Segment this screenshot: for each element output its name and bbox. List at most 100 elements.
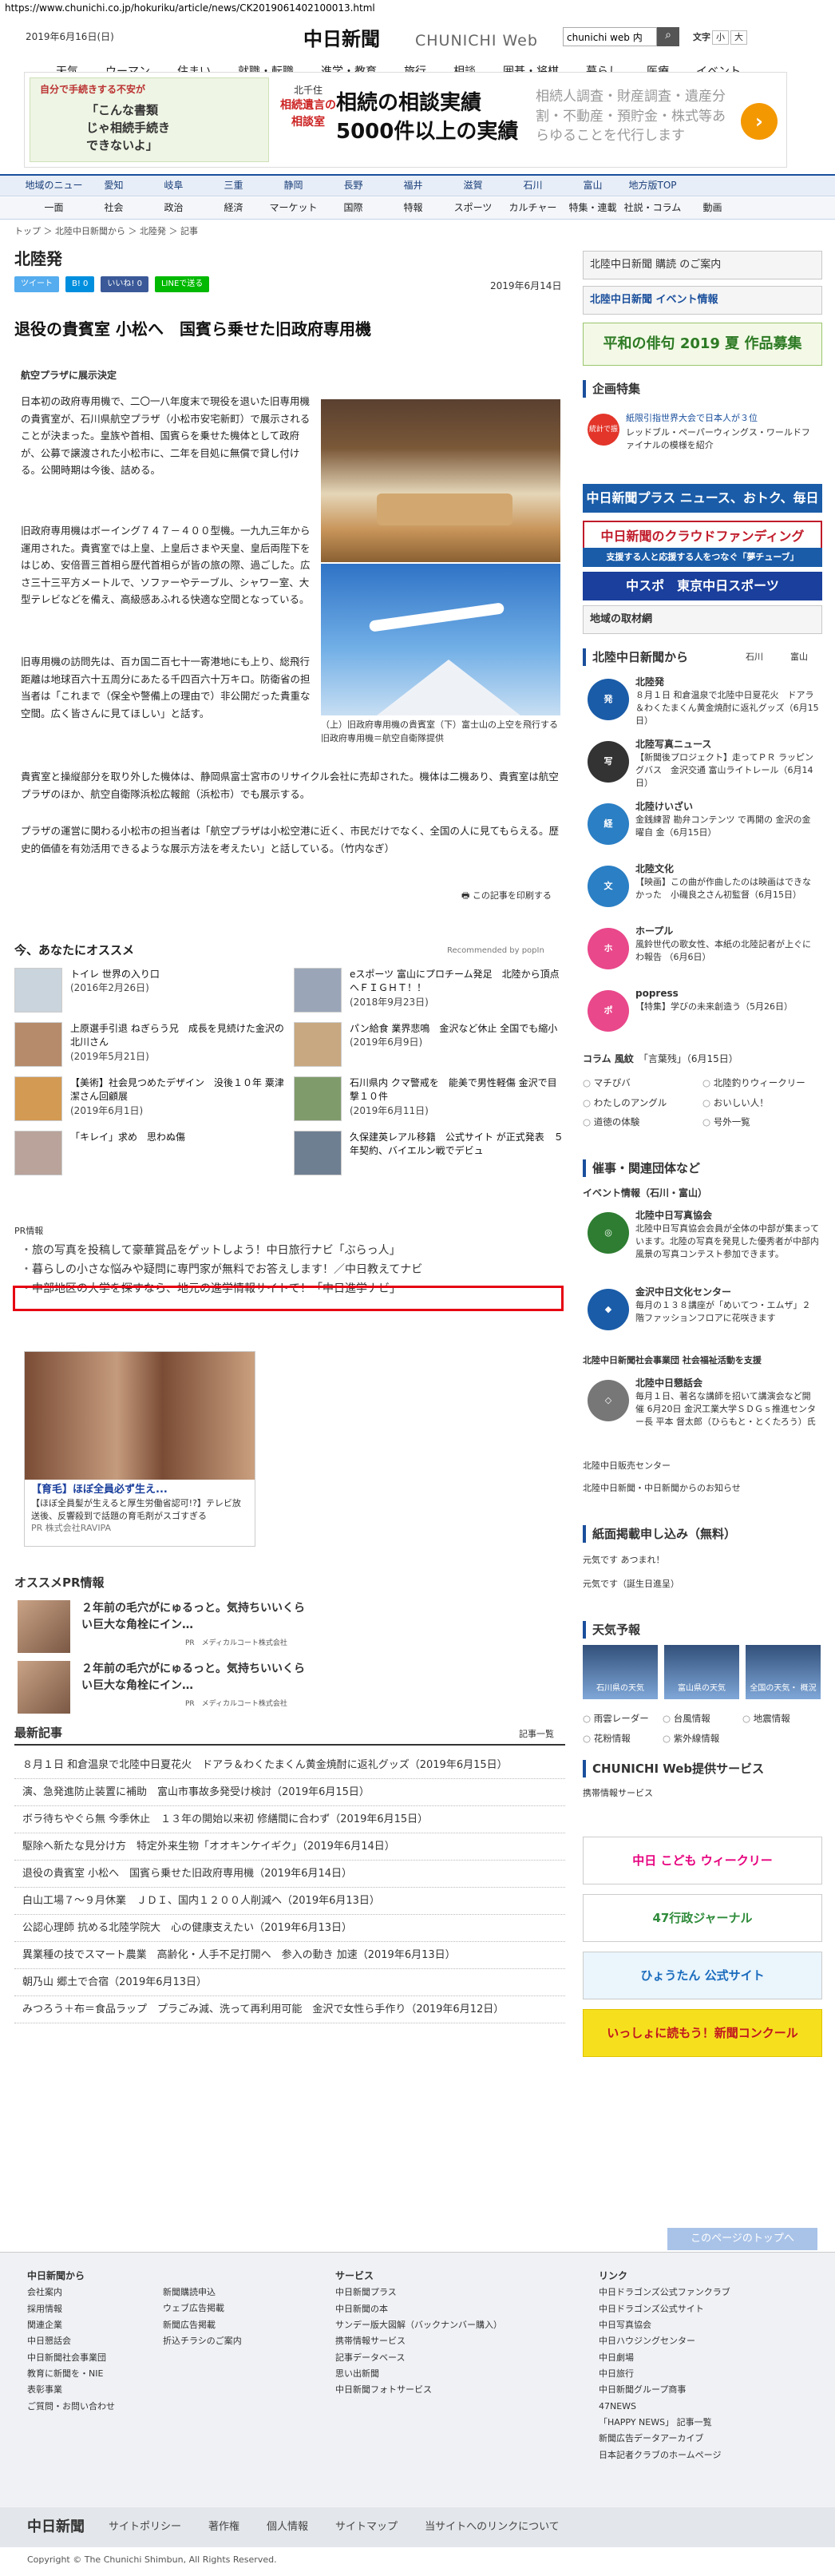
chuspo-banner[interactable]: 中スポ 東京中日スポーツ xyxy=(583,572,822,600)
category-nav-item[interactable]: スポーツ xyxy=(443,197,503,219)
photo-airplane[interactable] xyxy=(321,564,560,715)
banner-ad[interactable]: 自分で手続きする不安が 「こんな書類 じゃ相続手続き できないよ」 北千住 相続遺… xyxy=(24,72,787,168)
latest-item[interactable]: 朝乃山 郷土で合宿（2019年6月13日） xyxy=(14,1969,565,1996)
footer-link[interactable]: 中日新聞グループ商事 xyxy=(599,2382,730,2398)
weather-toyama[interactable]: 富山県の天気 xyxy=(664,1645,739,1699)
recommend-item[interactable]: 石川県内 クマ警戒を 能美で男性軽傷 金沢で目撃１０件 (2019年6月11日) xyxy=(294,1076,565,1121)
kikaku-item[interactable]: 統計で振り返る日本人 紙限引指世界大会で日本人が３位 レッドブル・ペーパーウィン… xyxy=(583,410,822,497)
latest-item[interactable]: ボラ待ちやぐら無 今季休止 １３年の開始以来初 修繕間に合わず（2019年6月1… xyxy=(14,1806,565,1833)
ad-submit-link[interactable]: 元気です あつまれ！ xyxy=(583,1554,822,1567)
footer-link[interactable]: 中日新聞の本 xyxy=(335,2301,502,2317)
footer-bar-link[interactable]: 当サイトへのリンクについて xyxy=(425,2520,560,2535)
crowdfunding-sub[interactable]: 支援する人と応援する人をつなぐ「夢チューブ」 xyxy=(583,548,822,567)
news-info-link[interactable]: 北陸中日新聞・中日新聞からのお知らせ xyxy=(583,1482,822,1495)
hokuriku-item[interactable]: 発北陸発 ８月１日 和倉温泉で北陸中日夏花火 ドアラ＆わくたまくん黄金焼酎に返礼グ… xyxy=(583,676,822,739)
latest-item[interactable]: 異業種の技でスマート農業 高齢化・人手不足打開へ 参入の動き 加速（2019年6… xyxy=(14,1942,565,1969)
page-top-button[interactable]: このページのトップへ xyxy=(667,2228,817,2250)
category-nav-item[interactable]: カルチャー xyxy=(503,197,563,219)
osusume-pr-item[interactable]: ２年前の毛穴がにゅるっと。気持ちいいくらい巨大な角栓にイン… PR メディカルコー… xyxy=(18,1661,305,1717)
org-item[interactable]: ◎ 北陸中日写真協会 北陸中日写真協会会員が全体の中部が集まっています。北陸の写真を… xyxy=(583,1209,822,1273)
category-nav-item[interactable]: 政治 xyxy=(144,197,204,219)
pr-card[interactable]: 【育毛】ほぼ全員必ず生え... 【ほぼ全員髪が生えると厚生労働省認可!?】テレビ放… xyxy=(24,1351,255,1547)
footer-link[interactable]: 折込チラシのご案内 xyxy=(163,2333,242,2349)
footer-link[interactable]: 新聞広告データアーカイブ xyxy=(599,2431,730,2447)
footer-link[interactable]: 中日ドラゴンズ公式サイト xyxy=(599,2301,730,2317)
org-item[interactable]: ◇ 北陸中日懇話会 毎月１日、著名な講師を招いて講演会など開催 6月20日 金沢工業… xyxy=(583,1377,822,1449)
footer-link[interactable]: 会社案内 xyxy=(27,2285,115,2301)
font-large-button[interactable]: 大 xyxy=(730,30,747,45)
footer-link[interactable]: 中日懇話会 xyxy=(27,2333,115,2349)
recommend-item[interactable]: eスポーツ 富山にプロチーム発足 北陸から頂点へＦＩＧＨＴ！！ (2018年9月2… xyxy=(294,968,565,1013)
breadcrumb[interactable]: トップ ＞ 北陸中日新聞から ＞ 北陸発 ＞ 記事 xyxy=(14,225,198,238)
recommend-item[interactable]: 【美術】社会見つめたデザイン 没後１０年 粟津潔さん回顧展 (2019年6月1日) xyxy=(14,1076,286,1121)
footer-link[interactable]: 中日写真協会 xyxy=(599,2317,730,2333)
subscribe-button[interactable]: 北陸中日新聞 購読 のご案内 xyxy=(583,251,822,279)
hokuriku-link[interactable]: マチぴバ xyxy=(583,1076,702,1090)
footer-bar-link[interactable]: 著作権 xyxy=(208,2520,239,2535)
osusume-pr-item[interactable]: ２年前の毛穴がにゅるっと。気持ちいいくらい巨大な角栓にイン… PR メディカルコー… xyxy=(18,1600,305,1656)
weather-link[interactable]: 花粉情報 xyxy=(583,1732,663,1746)
weather-ishikawa[interactable]: 石川県の天気 xyxy=(583,1645,658,1699)
event-area-link[interactable]: イベント情報（石川・富山） xyxy=(583,1187,822,1200)
hokuriku-item[interactable]: 写北陸写真ニュース 【新聞後プロジェクト】走ってＰＲ ラッピングバス 金沢交通 富… xyxy=(583,738,822,802)
footer-link[interactable]: 中日新聞プラス xyxy=(335,2285,502,2301)
footer-bar-link[interactable]: 個人情報 xyxy=(267,2520,308,2535)
recommend-item[interactable]: トイレ 世界の入り口 (2016年2月26日) xyxy=(14,968,286,1013)
org-item[interactable]: ◆ 金沢中日文化センター 毎月の１３８講座が「めいてつ・エムザ」２階ファッションフロ… xyxy=(583,1286,822,1349)
footer-bar-link[interactable]: サイトポリシー xyxy=(109,2520,181,2535)
footer-link[interactable]: 中日新聞社会事業団 xyxy=(27,2350,115,2366)
hokuriku-link[interactable]: おいしい人！ xyxy=(702,1096,822,1110)
font-small-button[interactable]: 小 xyxy=(712,30,729,45)
tab-toyama[interactable]: 富山 xyxy=(790,648,808,666)
pr-item[interactable]: 旅の写真を投稿して豪華賞品をゲットしよう！中日旅行ナビ「ぶらっ人」 xyxy=(21,1241,422,1260)
hatena-button[interactable]: B! 0 xyxy=(65,276,95,292)
footer-logo[interactable]: 中日新聞 xyxy=(27,2517,85,2538)
category-nav-item[interactable]: 社会 xyxy=(84,197,144,219)
latest-item[interactable]: みつろう＋布＝食品ラップ プラごみ減、洗って再利用可能 金沢で女性ら手作り（20… xyxy=(14,1996,565,2023)
hokuriku-link[interactable]: 道徳の体験 xyxy=(583,1116,702,1129)
gyosei-banner[interactable]: 47行政ジャーナル xyxy=(583,1894,822,1942)
hokuriku-item[interactable]: ポ popress 【特集】学びの未来創造う（5月26日） xyxy=(583,987,822,1051)
hokuriku-item[interactable]: 文北陸文化 【映画】この曲が作曲したのは映画はできなかった 小磯良之さん初監督（6… xyxy=(583,862,822,926)
recommend-item[interactable]: 久保建英レアル移籍 公式サイト が正式発表 ５年契約、バイエルン戦でデビュ xyxy=(294,1131,565,1175)
pr-item[interactable]: 暮らしの小さな悩みや疑問に専門家が無料でお答えします！／中日教えてナビ xyxy=(21,1260,422,1279)
footer-link[interactable]: 教育に新聞を・NIE xyxy=(27,2366,115,2382)
footer-link[interactable]: 日本記者クラブのホームページ xyxy=(599,2447,730,2463)
haiku-banner[interactable]: 平和の俳句 2019 夏 作品募集 xyxy=(583,323,822,366)
photo-vip-room[interactable] xyxy=(321,399,560,562)
category-nav-item[interactable]: 一面 xyxy=(24,197,84,219)
footer-link[interactable]: ウェブ広告掲載 xyxy=(163,2301,242,2316)
weather-national[interactable]: 全国の天気・ 概況 xyxy=(746,1645,821,1699)
footer-link[interactable]: 採用情報 xyxy=(27,2301,115,2317)
hokuriku-link[interactable]: わたしのアングル xyxy=(583,1096,702,1110)
latest-item[interactable]: ８月１日 和倉温泉で北陸中日夏花火 ドアラ＆わくたまくん黄金焼酎に返礼グッズ（2… xyxy=(14,1752,565,1779)
latest-item[interactable]: 演、急発進防止装置に補助 富山市事故多発受け検討（2019年6月15日） xyxy=(14,1779,565,1806)
category-nav-item[interactable]: 特報 xyxy=(383,197,443,219)
category-nav-item[interactable]: 動画 xyxy=(683,197,742,219)
search-icon[interactable]: ⌕ xyxy=(657,27,679,46)
footer-link[interactable]: 表彰事業 xyxy=(27,2382,115,2398)
category-nav-item[interactable]: 経済 xyxy=(204,197,263,219)
latest-more-link[interactable]: 記事一覧 xyxy=(519,1728,554,1741)
category-nav-item[interactable]: マーケット xyxy=(263,197,323,219)
service-link[interactable]: 携帯情報サービス xyxy=(583,1787,822,1800)
footer-link[interactable]: 47NEWS xyxy=(599,2399,730,2415)
footer-link[interactable]: 「HAPPY NEWS」 記事一覧 xyxy=(599,2415,730,2431)
plus-banner[interactable]: 中日新聞プラス ニュース、おトク、毎日がもっと楽しく xyxy=(583,484,822,534)
footer-link[interactable]: 新聞広告掲載 xyxy=(163,2317,242,2333)
search-input[interactable] xyxy=(563,27,657,46)
hokuriku-item[interactable]: 経北陸けいざい 金銭練習 勘弁コンテンツ で再開の 金沢の金曜自 金（6月15日） xyxy=(583,800,822,864)
kodomo-banner[interactable]: 中日 こども ウィークリー xyxy=(583,1837,822,1884)
recommend-item[interactable]: 上原選手引退 ねぎらう兄 成長を見続けた金沢の北川さん (2019年5月21日) xyxy=(14,1022,286,1067)
weather-link[interactable]: 台風情報 xyxy=(663,1712,742,1726)
org-link[interactable]: 北陸中日新聞社会事業団 社会福祉活動を支援 xyxy=(583,1354,822,1367)
tab-ishikawa[interactable]: 石川 xyxy=(746,648,763,666)
print-link[interactable]: 🖶 この記事を印刷する xyxy=(461,890,552,902)
hokuriku-item[interactable]: ホホープル 風鈴世代の歌女性、本紙の北陸記者が上ぐにわ報告 （6月6日） xyxy=(583,925,822,989)
footer-link[interactable]: 中日新聞フォトサービス xyxy=(335,2382,502,2398)
line-button[interactable]: LINEで送る xyxy=(154,276,210,292)
weather-link[interactable]: 紫外線情報 xyxy=(663,1732,742,1746)
hokuriku-link[interactable]: 北陸釣りウィークリー xyxy=(702,1076,822,1090)
recommend-item[interactable]: 「キレイ」求め 思わぬ傷 xyxy=(14,1131,286,1175)
latest-item[interactable]: 白山工場７～９月休業 ＪＤＩ、国内１２００人削減へ（2019年6月13日） xyxy=(14,1888,565,1915)
